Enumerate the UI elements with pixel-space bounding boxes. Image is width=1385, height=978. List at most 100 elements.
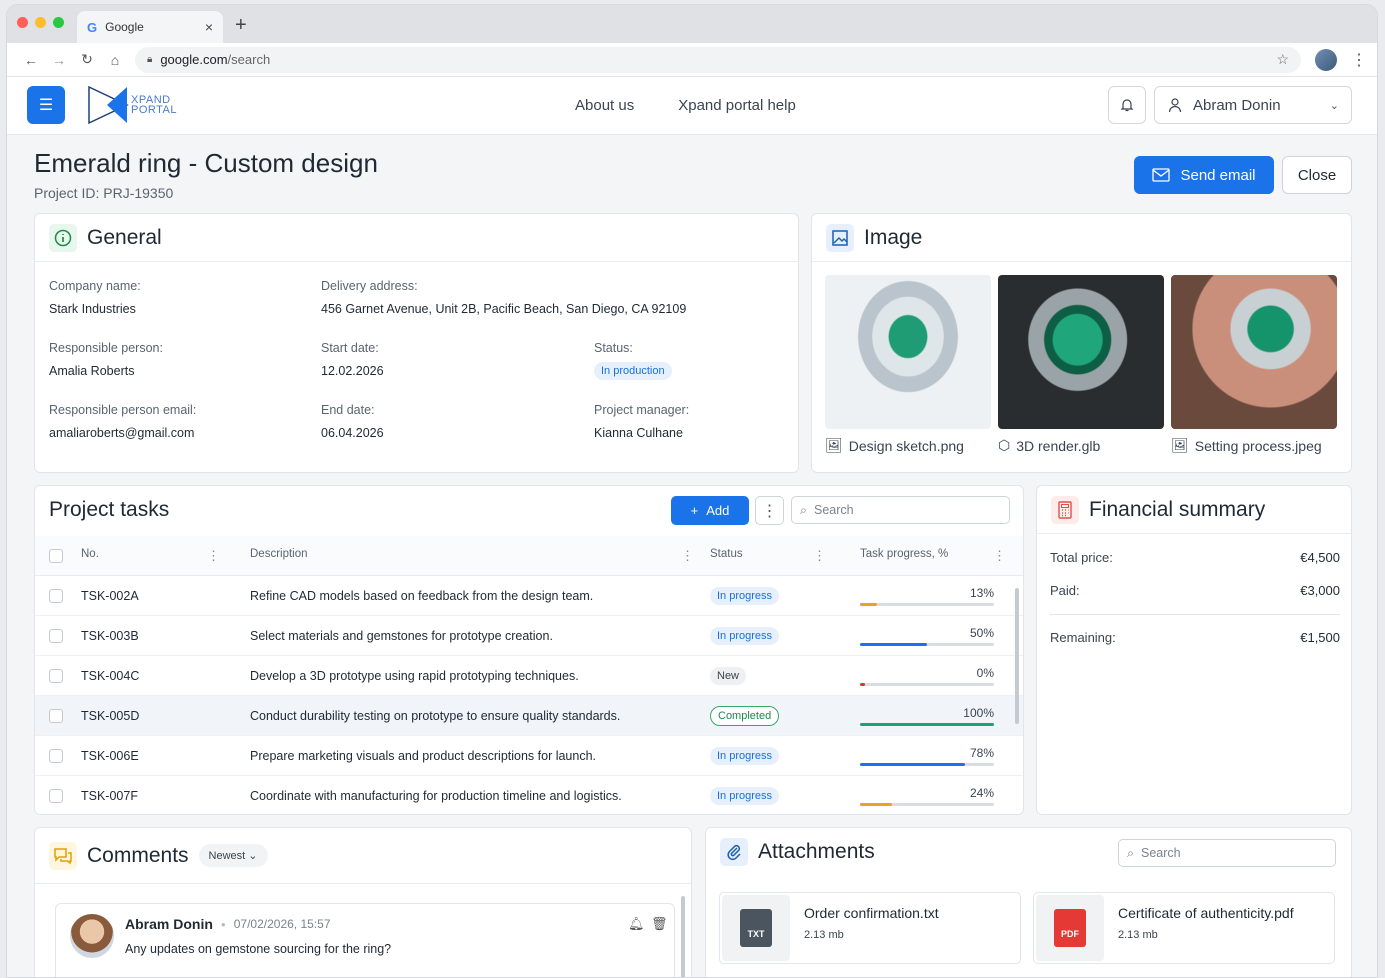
table-row[interactable]: TSK-004C Develop a 3D prototype using rap… — [35, 656, 1023, 696]
url-field[interactable]: 🔒︎ google.com/search ☆ — [135, 46, 1301, 73]
start-date-field: Start date: 12.02.2026 — [321, 341, 384, 378]
design-sketch-thumbnail[interactable] — [825, 275, 991, 429]
attachments-search-input[interactable]: ⌕ Search — [1118, 839, 1336, 867]
image-caption: Design sketch.png — [848, 437, 964, 454]
browser-tab[interactable]: G Google × — [77, 11, 223, 43]
task-description: Conduct durability testing on prototype … — [250, 708, 621, 723]
xpand-logo[interactable]: XPAND PORTAL — [87, 85, 177, 125]
task-progress: 13% — [860, 576, 994, 616]
table-row[interactable]: TSK-007F Coordinate with manufacturing fo… — [35, 776, 1023, 814]
new-tab-icon[interactable]: + — [235, 14, 247, 37]
task-progress: 78% — [860, 736, 994, 776]
task-progress: 0% — [860, 656, 994, 696]
more-vertical-icon: ⋮ — [761, 502, 778, 520]
row-checkbox[interactable] — [49, 708, 63, 723]
header-progress[interactable]: Task progress, % ⋮ — [860, 548, 1010, 564]
close-tab-icon[interactable]: × — [205, 19, 213, 35]
table-row[interactable]: TSK-003B Select materials and gemstones f… — [35, 616, 1023, 656]
financial-summary-card: Financial summary Total price: €4,500 Pa… — [1036, 485, 1352, 815]
setting-process-thumbnail[interactable] — [1171, 275, 1337, 429]
task-description: Prepare marketing visuals and product de… — [250, 748, 597, 763]
forward-icon[interactable]: → — [45, 52, 73, 68]
file-thumbnail: PDF — [1036, 895, 1104, 961]
email-value[interactable]: amaliaroberts@gmail.com — [49, 426, 196, 440]
row-checkbox[interactable] — [49, 748, 63, 763]
sort-dropdown[interactable]: Newest ⌄ — [198, 844, 268, 867]
paid-row: Paid: €3,000 — [1050, 583, 1340, 598]
responsible-field: Responsible person: Amalia Roberts — [49, 341, 163, 378]
back-icon[interactable]: ← — [17, 52, 45, 68]
browser-tab-bar: G Google × + — [7, 5, 1377, 43]
column-menu-icon[interactable]: ⋮ — [813, 548, 826, 564]
project-id: Project ID: PRJ-19350 — [34, 185, 174, 201]
row-checkbox[interactable] — [49, 788, 63, 803]
table-row[interactable]: TSK-006E Prepare marketing visuals and pr… — [35, 736, 1023, 776]
manager-field: Project manager: Kianna Culhane — [594, 403, 689, 440]
status-badge: In production — [594, 362, 672, 380]
window-controls — [17, 17, 64, 28]
maximize-window-button[interactable] — [53, 17, 64, 28]
3d-render-thumbnail[interactable] — [998, 275, 1164, 429]
minimize-window-button[interactable] — [35, 17, 46, 28]
row-checkbox[interactable] — [49, 628, 63, 643]
home-icon[interactable]: ⌂ — [101, 52, 129, 68]
start-date-value: 12.02.2026 — [321, 364, 384, 378]
add-task-button[interactable]: + Add — [671, 496, 749, 525]
gallery-item[interactable]: 🖼︎ Setting process.jpeg — [1171, 275, 1337, 454]
task-number: TSK-006E — [81, 748, 139, 763]
browser-menu-icon[interactable]: ⋮ — [1351, 50, 1367, 70]
image-caption: 3D render.glb — [1016, 437, 1101, 454]
select-all-checkbox[interactable] — [49, 548, 63, 563]
notifications-button[interactable] — [1108, 86, 1146, 124]
nav-portal-help[interactable]: Xpand portal help — [678, 97, 796, 114]
comments-header: Comments Newest ⌄ — [35, 828, 691, 884]
header-status[interactable]: Status ⋮ — [710, 548, 860, 564]
progress-fill — [860, 762, 965, 766]
chevron-down-icon: ⌄ — [1329, 99, 1339, 112]
column-menu-icon[interactable]: ⋮ — [681, 548, 694, 564]
close-button[interactable]: Close — [1282, 156, 1352, 194]
gallery-item[interactable]: ⬡ 3D render.glb — [998, 275, 1164, 454]
responsible-value: Amalia Roberts — [49, 364, 135, 378]
comments-scrollbar[interactable] — [681, 896, 685, 977]
progress-fill — [860, 602, 878, 606]
nav-about-us[interactable]: About us — [575, 97, 634, 114]
lock-icon: 🔒︎ — [147, 54, 153, 65]
column-menu-icon[interactable]: ⋮ — [207, 548, 220, 564]
company-field: Company name: Stark Industries — [49, 279, 141, 316]
table-row[interactable]: TSK-002A Refine CAD models based on feedb… — [35, 576, 1023, 616]
tasks-more-button[interactable]: ⋮ — [755, 496, 784, 525]
attachment-item[interactable]: PDF Certificate of authenticity.pdf 2.13… — [1033, 892, 1335, 964]
bell-icon[interactable]: 🔔︎ — [628, 916, 645, 932]
send-email-button[interactable]: Send email — [1134, 156, 1274, 194]
tasks-table: No. ⋮ Description ⋮ Status ⋮ Task progress,… — [35, 536, 1023, 814]
user-menu-button[interactable]: Abram Donin ⌄ — [1154, 86, 1352, 124]
total-price-value: €4,500 — [1300, 550, 1340, 565]
close-window-button[interactable] — [17, 17, 28, 28]
trash-icon[interactable]: 🗑︎ — [651, 916, 668, 932]
header-description[interactable]: Description ⋮ — [250, 548, 710, 564]
row-checkbox[interactable] — [49, 588, 63, 603]
task-status-cell: Completed — [710, 705, 860, 726]
logo-mark-icon — [88, 85, 129, 125]
bell-icon — [1120, 99, 1134, 112]
status-field: Status: In production — [594, 341, 672, 380]
bookmark-star-icon[interactable]: ☆ — [1276, 51, 1289, 68]
progress-percent: 100% — [963, 705, 994, 720]
attachment-item[interactable]: TXT Order confirmation.txt 2.13 mb — [719, 892, 1021, 964]
gallery-item[interactable]: 🖼︎ Design sketch.png — [825, 275, 991, 454]
comments-icon — [49, 841, 77, 870]
progress-percent: 24% — [969, 785, 994, 800]
row-checkbox[interactable] — [49, 668, 63, 683]
browser-profile-avatar[interactable] — [1315, 48, 1337, 71]
progress-percent: 0% — [976, 665, 994, 680]
tasks-search-input[interactable]: ⌕ Search — [791, 496, 1010, 524]
menu-button[interactable]: ☰ — [27, 86, 65, 124]
reload-icon[interactable]: ↻ — [73, 51, 101, 68]
column-menu-icon[interactable]: ⋮ — [993, 548, 1006, 564]
table-row[interactable]: TSK-005D Conduct durability testing on pr… — [35, 696, 1023, 736]
file-thumbnail: TXT — [722, 895, 790, 961]
tasks-scrollbar[interactable] — [1015, 588, 1019, 724]
header-no[interactable]: No. ⋮ — [81, 548, 250, 564]
financial-title: Financial summary — [1089, 497, 1266, 521]
